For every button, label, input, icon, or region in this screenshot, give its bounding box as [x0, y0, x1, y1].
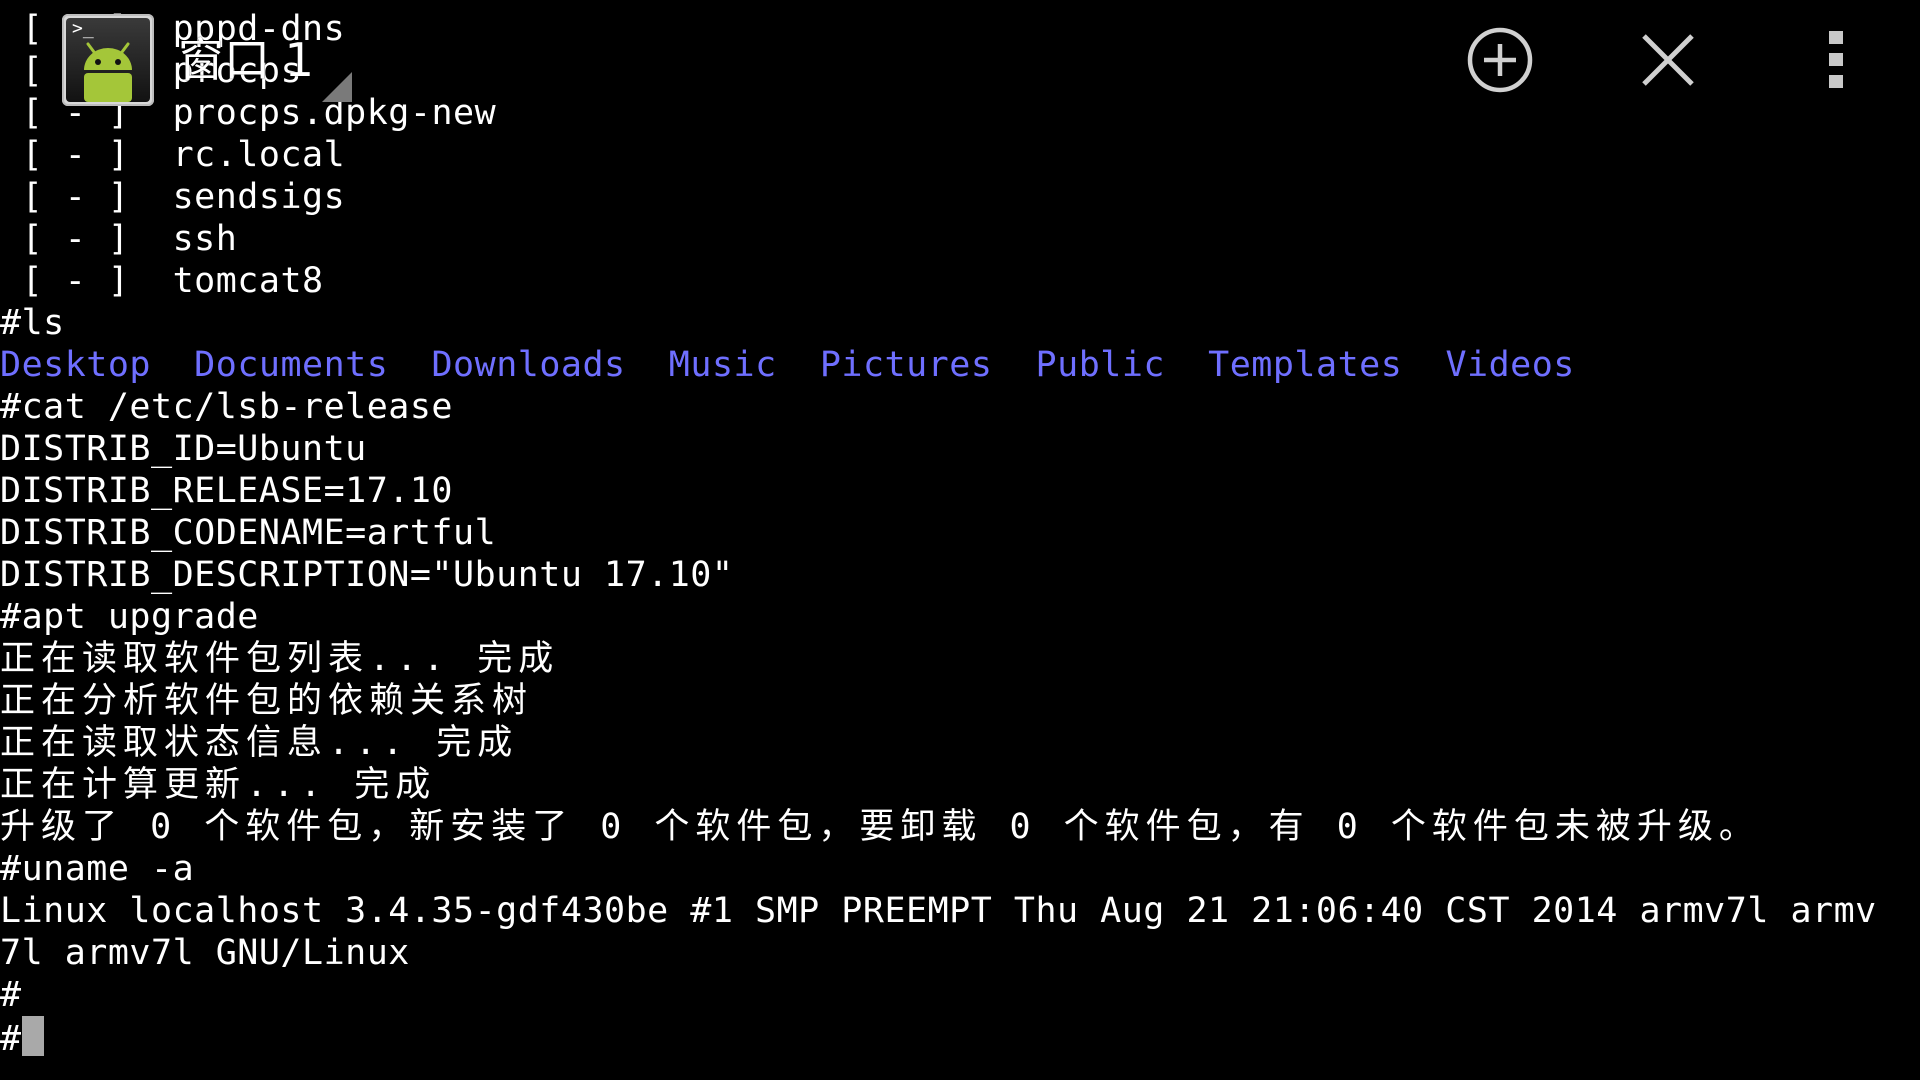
terminal-screen[interactable]: [ - ] pppd-dns [ - ] procps [ - ] procps… [0, 8, 1920, 1080]
directory-item: Public [1035, 345, 1165, 385]
directory-item: Templates [1208, 345, 1403, 385]
text-cursor [21, 1016, 44, 1056]
close-icon [1642, 34, 1694, 86]
service-name: tomcat8 [172, 261, 324, 301]
service-status: [ - ] [0, 261, 130, 301]
command-line: #cat /etc/lsb-release [0, 387, 454, 427]
output-line: DISTRIB_CODENAME=artful [0, 513, 497, 553]
overflow-menu-button[interactable] [1796, 20, 1876, 100]
command-line: #apt upgrade [0, 597, 259, 637]
service-line: [ - ] ssh [0, 218, 1920, 260]
directory-item: Pictures [819, 345, 993, 385]
action-bar: >_ 窗口 1 [0, 0, 1920, 120]
more-vertical-icon [1829, 31, 1843, 88]
output-line: DISTRIB_RELEASE=17.10 [0, 471, 454, 511]
output-line: 正在读取软件包列表... 完成 [0, 639, 560, 679]
command-line: #uname -a [0, 849, 195, 889]
directory-item: Desktop [0, 345, 152, 385]
android-robot-icon [84, 42, 132, 102]
android-terminal-icon[interactable]: >_ [62, 14, 154, 106]
prompt-symbol: # [0, 1019, 22, 1059]
service-status: [ - ] [0, 219, 130, 259]
dropdown-triangle-icon [322, 72, 352, 102]
service-line: [ - ] tomcat8 [0, 260, 1920, 302]
window-title: 窗口 1 [178, 33, 314, 87]
output-line: 升级了 0 个软件包，新安装了 0 个软件包，要卸载 0 个软件包，有 0 个软… [0, 807, 1760, 847]
close-window-button[interactable] [1628, 20, 1708, 100]
output-line: Linux localhost 3.4.35-gdf430be #1 SMP P… [0, 891, 1877, 931]
output-line: 正在分析软件包的依赖关系树 [0, 681, 534, 721]
output-line: 正在读取状态信息... 完成 [0, 723, 519, 763]
prompt-line: # [0, 975, 22, 1015]
command-line: #ls [0, 303, 65, 343]
service-status: [ - ] [0, 135, 130, 175]
directory-item: Music [668, 345, 777, 385]
service-name: sendsigs [172, 177, 346, 217]
current-prompt-line[interactable]: # [0, 1016, 1920, 1059]
output-line: 7l armv7l GNU/Linux [0, 933, 410, 973]
output-line: DISTRIB_ID=Ubuntu [0, 429, 367, 469]
service-line: [ - ] rc.local [0, 134, 1920, 176]
service-line: [ - ] sendsigs [0, 176, 1920, 218]
window-title-spinner[interactable]: 窗口 1 [178, 28, 314, 92]
output-line: DISTRIB_DESCRIPTION="Ubuntu 17.10" [0, 555, 734, 595]
directory-item: Videos [1445, 345, 1575, 385]
service-name: ssh [172, 219, 238, 259]
new-window-button[interactable] [1460, 20, 1540, 100]
add-circle-icon [1467, 27, 1533, 93]
service-status: [ - ] [0, 177, 130, 217]
app-icon-screen: >_ [66, 18, 150, 102]
directory-list: Desktop Documents Downloads Music Pictur… [0, 344, 1920, 386]
directory-item: Documents [194, 345, 389, 385]
output-line: 正在计算更新... 完成 [0, 765, 437, 805]
directory-item: Downloads [431, 345, 626, 385]
service-name: rc.local [172, 135, 346, 175]
